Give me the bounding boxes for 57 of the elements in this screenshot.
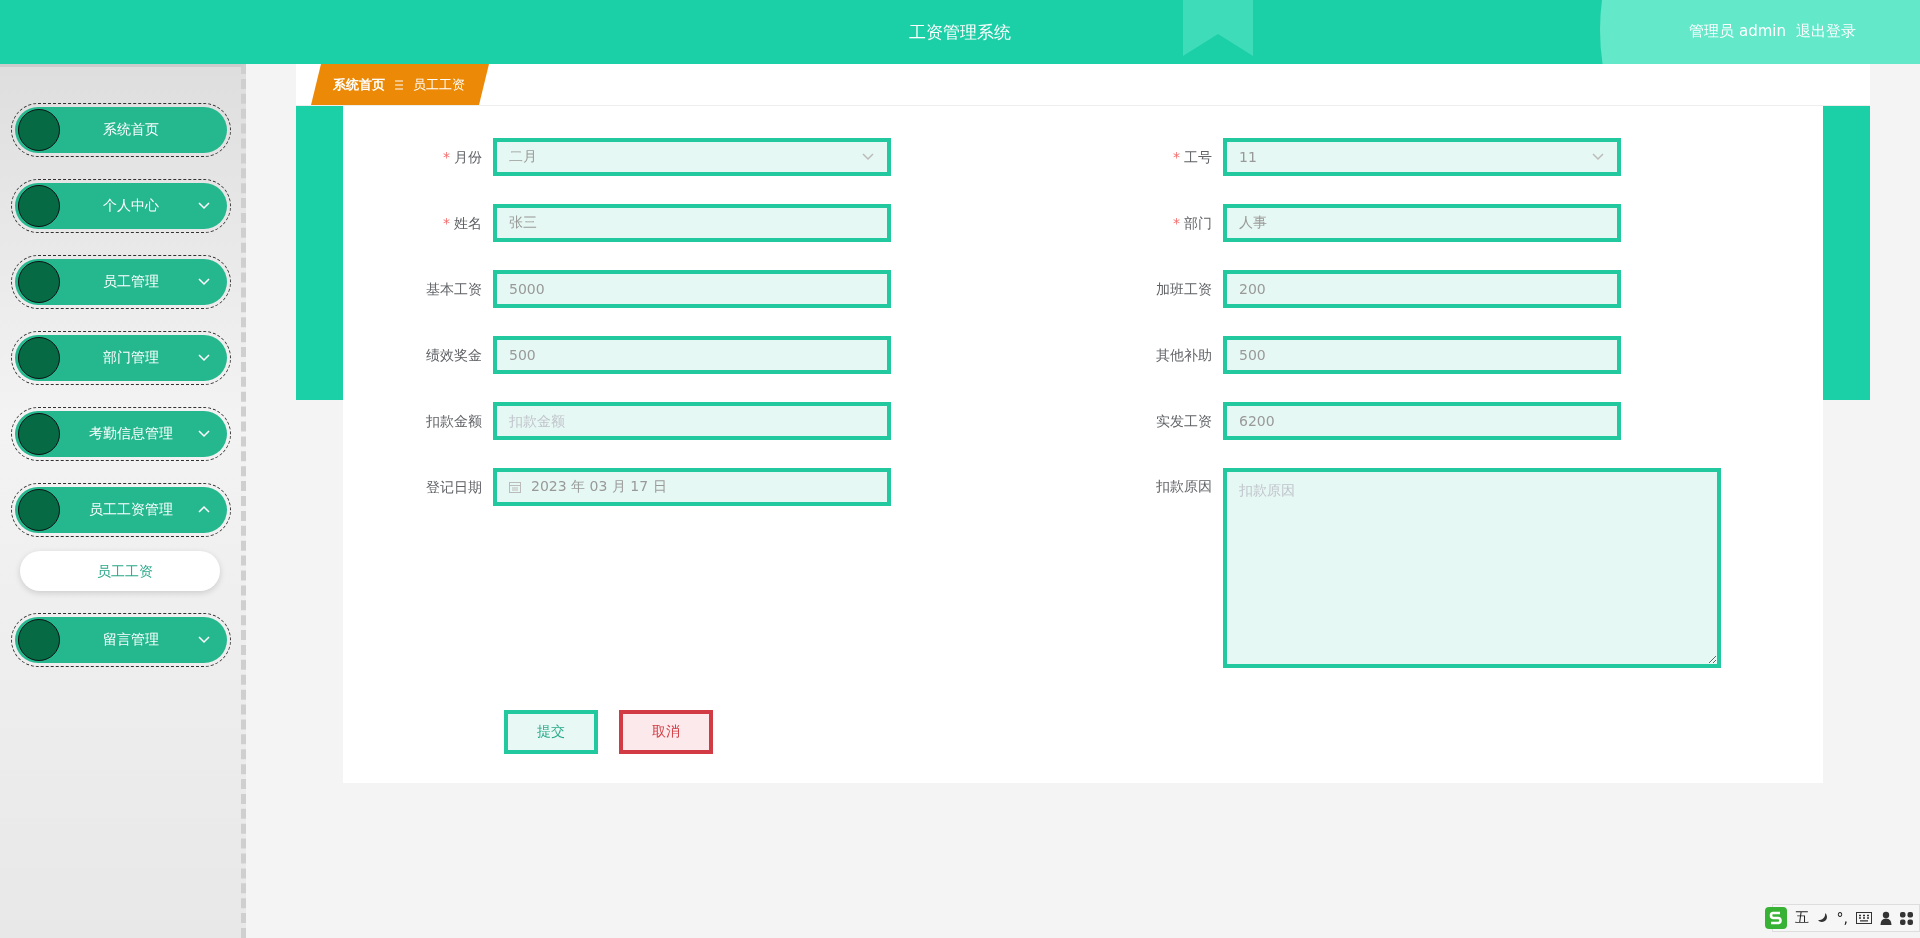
field-label: 扣款原因 (1156, 478, 1212, 494)
field-label: 其他补助 (1156, 347, 1212, 363)
field-label: 登记日期 (426, 479, 482, 495)
ribbon-decoration (1183, 0, 1253, 56)
keyboard-icon (1856, 912, 1872, 924)
field-label: 实发工资 (1156, 413, 1212, 429)
input-field[interactable]: 500 (493, 336, 891, 374)
logout-link[interactable]: 退出登录 (1796, 22, 1856, 41)
cancel-button[interactable]: 取消 (619, 710, 713, 754)
app-title: 工资管理系统 (909, 20, 1011, 44)
field-label: 基本工资 (426, 281, 482, 297)
ime-mode-label[interactable]: °, (1836, 910, 1848, 926)
required-mark: * (1173, 149, 1180, 165)
separator-icon (395, 79, 403, 90)
user-label: 管理员 admin (1689, 22, 1786, 41)
menu-item[interactable]: 考勤信息管理 (15, 411, 227, 457)
circle-icon (18, 261, 60, 303)
required-mark: * (443, 149, 450, 165)
submenu-item[interactable]: 员工工资 (20, 551, 220, 591)
circle-icon (18, 185, 60, 227)
input-field[interactable]: 人事 (1223, 204, 1621, 242)
input-field[interactable]: 6200 (1223, 402, 1621, 440)
person-icon (1880, 911, 1892, 925)
menu-item[interactable]: 员工管理 (15, 259, 227, 305)
breadcrumb-link[interactable]: 系统首页 (333, 75, 385, 94)
menu-item[interactable]: 员工工资管理 (15, 487, 227, 533)
ime-mode-label[interactable]: 五 (1794, 909, 1809, 927)
required-mark: * (1173, 215, 1180, 231)
circle-icon (18, 489, 60, 531)
grid-icon (1900, 911, 1913, 925)
input-field[interactable]: 5000 (493, 270, 891, 308)
submit-button[interactable]: 提交 (504, 710, 598, 754)
calendar-icon (509, 481, 521, 493)
required-mark: * (443, 215, 450, 231)
select-field[interactable]: 二月 (493, 138, 891, 176)
menu-item[interactable]: 系统首页 (15, 107, 227, 153)
field-label: 姓名 (454, 215, 482, 231)
field-label: 月份 (454, 149, 482, 165)
moon-icon (1816, 912, 1829, 924)
circle-icon (18, 109, 60, 151)
input-field[interactable]: 张三 (493, 204, 891, 242)
field-label: 加班工资 (1156, 281, 1212, 297)
field-label: 扣款金额 (426, 413, 482, 429)
breadcrumb-link[interactable]: 员工工资 (413, 75, 465, 94)
menu-item[interactable]: 留言管理 (15, 617, 227, 663)
menu-item[interactable]: 部门管理 (15, 335, 227, 381)
input-field[interactable]: 500 (1223, 336, 1621, 374)
date-field[interactable]: 2023 年 03 月 17 日 (493, 468, 891, 506)
field-label: 绩效奖金 (426, 347, 482, 363)
circle-icon (18, 413, 60, 455)
select-field[interactable]: 11 (1223, 138, 1621, 176)
menu-item[interactable]: 个人中心 (15, 183, 227, 229)
circle-icon (18, 619, 60, 661)
field-label: 工号 (1184, 149, 1212, 165)
input-field[interactable]: 200 (1223, 270, 1621, 308)
field-label: 部门 (1184, 215, 1212, 231)
circle-icon (18, 337, 60, 379)
